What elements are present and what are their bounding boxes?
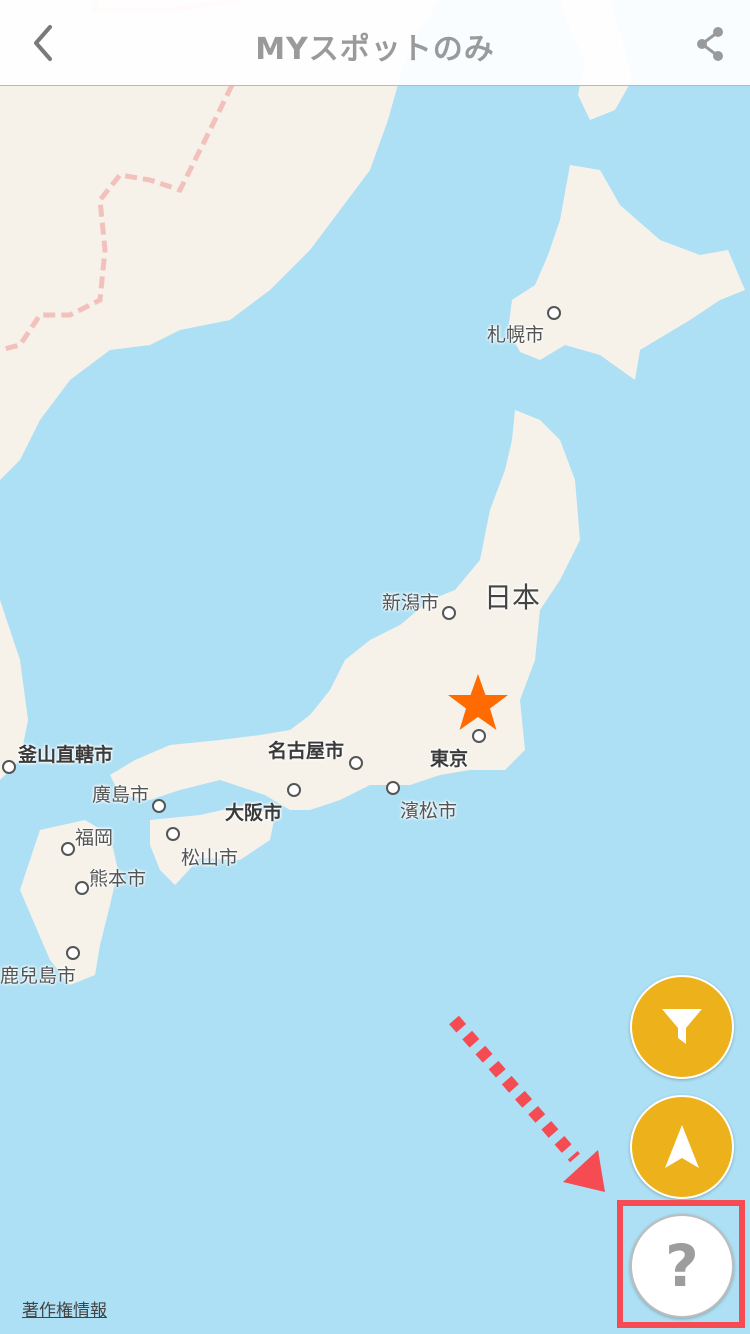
city-label: 東京 (430, 748, 469, 770)
city-dot (152, 799, 166, 813)
city-dot (66, 946, 80, 960)
country-label: 日本 (484, 581, 541, 614)
city-label: 鹿兒島市 (0, 965, 77, 987)
copyright-link[interactable]: 著作権情報 (22, 1296, 107, 1321)
city-dot (61, 842, 75, 856)
share-button[interactable] (690, 24, 730, 64)
filter-icon (662, 1009, 702, 1044)
city-dot (386, 781, 400, 795)
annotation-arrow (449, 1015, 605, 1192)
city-label: 廣島市 (92, 784, 150, 806)
navigation-arrow-icon (665, 1125, 699, 1168)
city-label: 札幌市 (487, 324, 545, 346)
city-label: 福岡 (75, 827, 114, 849)
city-dot (2, 760, 16, 774)
help-button[interactable]: ? (630, 1214, 734, 1318)
city-dot (287, 783, 301, 797)
star-icon[interactable] (446, 672, 510, 736)
city-label: 新潟市 (382, 592, 440, 614)
share-icon (697, 27, 723, 61)
city-dot (75, 881, 89, 895)
city-label: 松山市 (181, 847, 239, 869)
city-label: 熊本市 (89, 868, 147, 890)
filter-button[interactable] (630, 975, 734, 1079)
header-bar: MYスポットのみ (0, 0, 750, 86)
city-dot (166, 827, 180, 841)
city-label: 名古屋市 (268, 740, 345, 762)
city-dot (349, 756, 363, 770)
city-label: 大阪市 (225, 802, 283, 824)
help-label: ? (665, 1232, 699, 1300)
current-location-button[interactable] (630, 1095, 734, 1199)
page-title: MYスポットのみ (255, 32, 495, 67)
city-dot (442, 606, 456, 620)
city-label: 釜山直轄市 (18, 744, 114, 766)
city-dot (547, 306, 561, 320)
city-label: 濱松市 (400, 800, 458, 822)
